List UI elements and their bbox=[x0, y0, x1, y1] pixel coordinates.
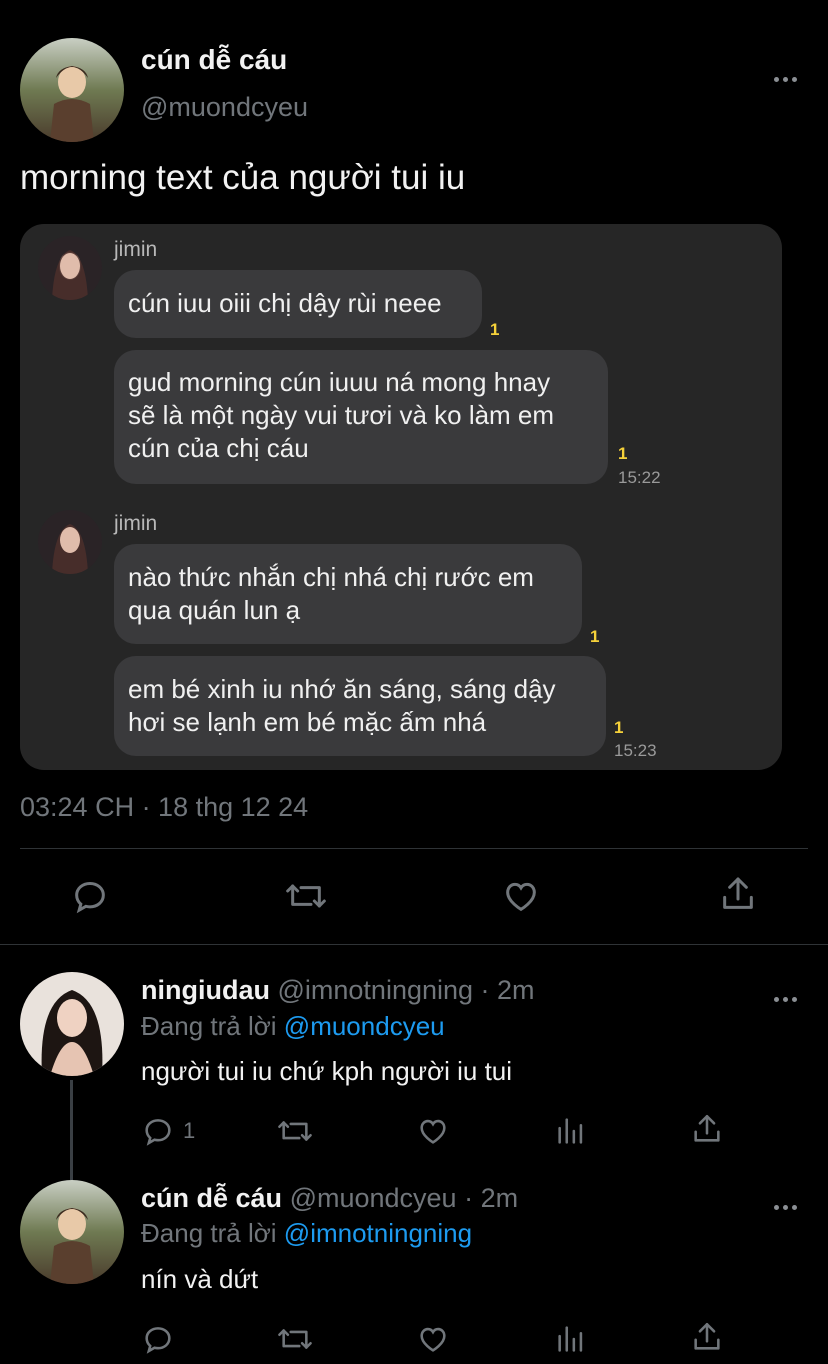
share-button[interactable] bbox=[690, 1320, 724, 1354]
reply-icon bbox=[145, 1119, 171, 1146]
replying-to-line: Đang trả lời @imnotningning bbox=[141, 1218, 472, 1249]
divider bbox=[20, 848, 808, 849]
reply-age: · 2m bbox=[464, 1183, 519, 1213]
chat-message-line: sẽ là một ngày vui tươi và ko làm em bbox=[128, 400, 555, 430]
main-author-name[interactable]: cún dễ cáu bbox=[141, 44, 287, 76]
replying-to-prefix: Đang trả lời bbox=[141, 1218, 277, 1248]
unread-count: 1 bbox=[490, 320, 500, 339]
share-icon bbox=[694, 1114, 720, 1142]
reply-button[interactable]: 1 bbox=[141, 1114, 195, 1148]
reply-text: người tui iu chứ kph người iu tui bbox=[141, 1056, 513, 1086]
reply-icon bbox=[75, 881, 105, 914]
reply-author-handle[interactable]: @imnotningning bbox=[278, 975, 474, 1005]
views-button[interactable] bbox=[554, 1322, 588, 1356]
tweet-timestamp[interactable]: 03:24 CH · 18 thg 12 24 bbox=[20, 792, 308, 823]
share-icon bbox=[723, 877, 753, 909]
heart-icon bbox=[420, 1327, 446, 1352]
chat-message-line: em bé xinh iu nhớ ăn sáng, sáng dậy bbox=[128, 674, 556, 704]
more-dots-icon[interactable] bbox=[772, 984, 799, 1006]
reply-button[interactable] bbox=[141, 1322, 175, 1356]
chat-message-line: cún của chị cáu bbox=[128, 433, 309, 463]
reply-age: · 2m bbox=[480, 975, 535, 1005]
chat-message-line: hơi se lạnh em bé mặc ấm nhá bbox=[128, 707, 487, 737]
heart-icon bbox=[420, 1119, 446, 1144]
views-icon bbox=[558, 1118, 583, 1144]
chat-message-bubble: em bé xinh iu nhớ ăn sáng, sáng dậy hơi … bbox=[114, 656, 606, 756]
reply-count: 1 bbox=[183, 1118, 196, 1143]
share-button[interactable] bbox=[718, 874, 758, 914]
reply-connector-line bbox=[70, 1080, 73, 1180]
chat-message-line: gud morning cún iuuu ná mong hnay bbox=[128, 367, 551, 397]
views-icon bbox=[558, 1326, 583, 1352]
retweet-button[interactable] bbox=[284, 876, 328, 916]
chat-message-line: nào thức nhắn chị nhá chị rước em bbox=[128, 562, 534, 592]
reply-author-name[interactable]: ningiudau bbox=[141, 975, 270, 1005]
message-time: 15:22 bbox=[618, 468, 661, 487]
message-time: 15:23 bbox=[614, 741, 657, 760]
more-dots-icon[interactable] bbox=[772, 64, 799, 86]
retweet-icon bbox=[286, 884, 326, 908]
chat-message-bubble: gud morning cún iuuu ná mong hnay sẽ là … bbox=[114, 350, 608, 484]
replying-to-prefix: Đang trả lời bbox=[141, 1011, 277, 1041]
share-button[interactable] bbox=[690, 1112, 724, 1146]
chat-sender-avatar bbox=[38, 236, 102, 300]
more-dots-icon[interactable] bbox=[772, 1192, 799, 1214]
tweet-text: morning text của người tui iu bbox=[20, 158, 466, 197]
reply-button[interactable] bbox=[70, 876, 110, 916]
chat-sender-name: jimin bbox=[114, 238, 158, 261]
replying-to-link[interactable]: @imnotningning bbox=[284, 1218, 472, 1248]
divider bbox=[0, 944, 828, 945]
retweet-button[interactable] bbox=[276, 1322, 314, 1356]
like-button[interactable] bbox=[416, 1114, 450, 1148]
replying-to-line: Đang trả lời @muondcyeu bbox=[141, 1011, 445, 1042]
like-button[interactable] bbox=[416, 1322, 450, 1356]
reply-author-avatar[interactable] bbox=[20, 972, 124, 1076]
reply-author-avatar[interactable] bbox=[20, 1180, 124, 1284]
like-button[interactable] bbox=[500, 876, 542, 916]
unread-count: 1 bbox=[614, 718, 624, 737]
reply-icon bbox=[145, 1327, 171, 1354]
retweet-icon bbox=[278, 1329, 312, 1349]
chat-message-bubble: nào thức nhắn chị nhá chị rước em qua qu… bbox=[114, 544, 582, 644]
chat-sender-avatar bbox=[38, 510, 102, 574]
main-author-handle[interactable]: @muondcyeu bbox=[141, 92, 308, 123]
retweet-icon bbox=[278, 1121, 312, 1141]
share-icon bbox=[694, 1322, 720, 1350]
heart-icon bbox=[506, 882, 536, 912]
retweet-button[interactable] bbox=[276, 1114, 314, 1148]
chat-message-line: cún iuu oiii chị dậy rùi neee bbox=[128, 288, 442, 318]
reply-text: nín và dứt bbox=[141, 1264, 259, 1294]
reply-author-handle[interactable]: @muondcyeu bbox=[290, 1183, 457, 1213]
views-button[interactable] bbox=[554, 1114, 588, 1148]
unread-count: 1 bbox=[590, 627, 600, 646]
unread-count: 1 bbox=[618, 444, 628, 463]
reply-header: ningiudau @imnotningning · 2m bbox=[141, 975, 535, 1006]
reply-author-name[interactable]: cún dễ cáu bbox=[141, 1183, 282, 1213]
chat-message-line: qua quán lun ạ bbox=[128, 595, 301, 625]
replying-to-link[interactable]: @muondcyeu bbox=[284, 1011, 445, 1041]
main-author-avatar[interactable] bbox=[20, 38, 124, 142]
attached-chat-image[interactable]: jimin cún iuu oiii chị dậy rùi neee 1 gu… bbox=[20, 224, 782, 770]
reply-header: cún dễ cáu @muondcyeu · 2m bbox=[141, 1183, 518, 1214]
chat-message-bubble: cún iuu oiii chị dậy rùi neee bbox=[114, 270, 482, 338]
chat-sender-name: jimin bbox=[114, 512, 158, 535]
